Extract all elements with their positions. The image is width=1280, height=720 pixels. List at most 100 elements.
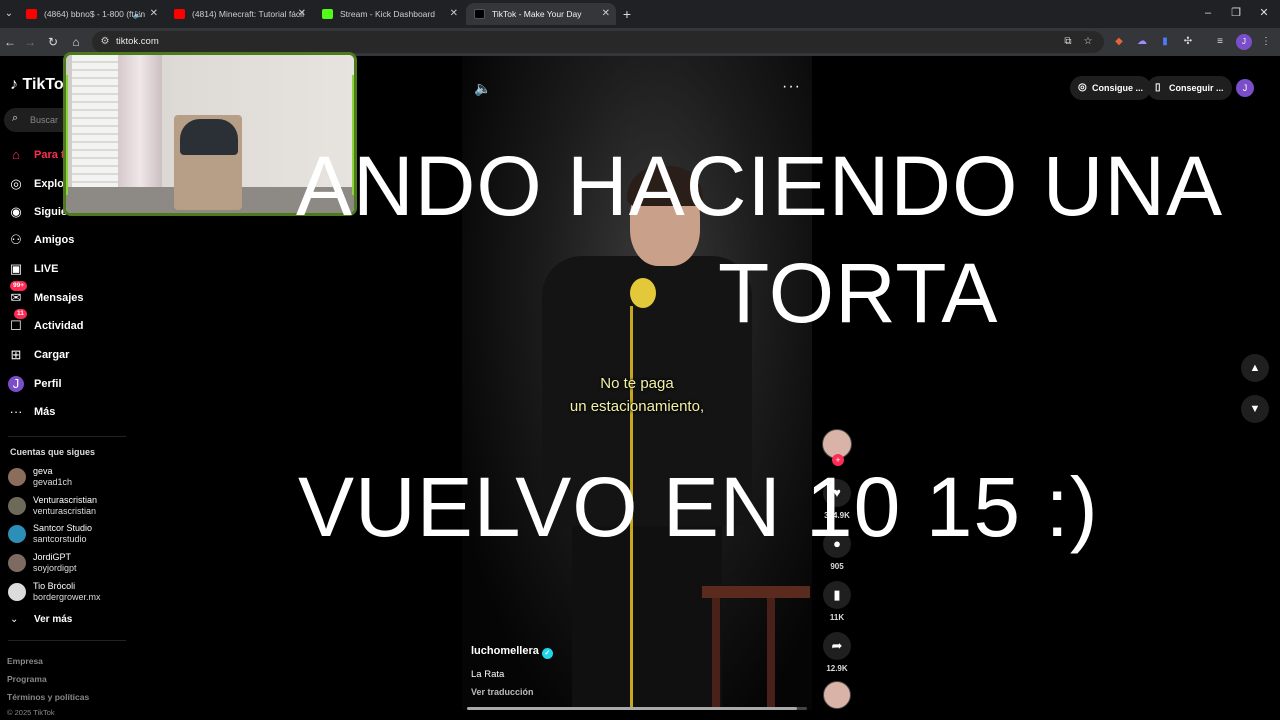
user-avatar[interactable]: J — [1236, 79, 1254, 97]
avatar — [8, 468, 26, 486]
video-author[interactable]: luchomellera ✓ — [471, 645, 553, 659]
reload-icon[interactable]: ↻ — [45, 34, 61, 50]
stool-leg — [712, 598, 720, 710]
close-tab-icon[interactable]: ✕ — [150, 3, 158, 25]
divider — [8, 436, 126, 437]
tab-youtube-bbno[interactable]: (4864) bbno$ - 1-800 (ft. in 🔈 ✕ — [18, 3, 164, 25]
following-handle: venturascristian — [33, 506, 97, 516]
following-item[interactable]: Tio Brócoli bordergrower.mx — [8, 579, 130, 605]
get-app-button[interactable]: ▯ Conseguir ... — [1147, 76, 1232, 100]
share-button[interactable]: ➦ 12.9K — [822, 632, 852, 673]
upload-icon: ⊞ — [10, 347, 22, 362]
see-more-label: Ver más — [34, 614, 73, 625]
sidebar-item-label: Amigos — [34, 234, 75, 246]
following-name: JordiGPT — [33, 552, 72, 562]
following-name: geva — [33, 466, 53, 476]
creator-avatar[interactable]: + — [822, 429, 852, 466]
author-name: luchomellera — [471, 645, 539, 657]
youtube-favicon-icon — [174, 9, 185, 19]
extensions-puzzle-icon[interactable]: ✣ — [1180, 34, 1196, 50]
new-tab-button[interactable]: + — [620, 4, 634, 24]
bookmark-star-icon[interactable]: ☆ — [1080, 34, 1096, 50]
install-app-icon[interactable]: ⧉ — [1060, 34, 1076, 50]
browser-menu-icon[interactable]: ⋮ — [1258, 34, 1274, 50]
tab-tiktok[interactable]: TikTok - Make Your Day ✕ — [466, 3, 616, 25]
extension-fox-icon[interactable]: ◆ — [1111, 34, 1127, 50]
compass-icon: ◎ — [10, 176, 22, 191]
tab-search-icon[interactable]: ≡ — [1212, 34, 1228, 50]
following-item[interactable]: Santcor Studio santcorstudio — [8, 521, 130, 547]
site-info-icon[interactable]: ⚙ — [98, 35, 112, 49]
webcam-frame-left — [66, 75, 74, 195]
footer-link-terms[interactable]: Términos y políticas — [7, 692, 89, 702]
following-item[interactable]: JordiGPT soyjordigpt — [8, 550, 130, 576]
home-icon[interactable]: ⌂ — [68, 34, 84, 50]
avatar — [8, 525, 26, 543]
footer-link-program[interactable]: Programa — [7, 674, 47, 684]
share-count: 12.9K — [826, 664, 848, 673]
profile-avatar: J — [8, 376, 24, 392]
sidebar-item-mensajes[interactable]: ✉ 99+ Mensajes — [6, 281, 126, 309]
overlay-text-line3: VUELVO EN 10 15 :) — [298, 460, 1099, 554]
subtitle-line: un estacionamiento, — [569, 398, 705, 415]
sidebar-item-cargar[interactable]: ⊞ Cargar — [6, 344, 126, 366]
notification-badge: 99+ — [10, 281, 28, 291]
stool — [702, 586, 810, 598]
previous-video-chevron-up-icon[interactable]: ▲ — [1241, 354, 1269, 382]
search-placeholder: Buscar — [30, 115, 59, 125]
tab-title: (4814) Minecraft: Tutorial fácil — [192, 9, 304, 19]
phone-icon: ▯ — [1155, 82, 1161, 93]
following-item[interactable]: Venturascristian venturascristian — [8, 493, 130, 519]
see-translation-link[interactable]: Ver traducción — [471, 687, 534, 697]
extension-cloud-icon[interactable]: ☁ — [1134, 34, 1150, 50]
microphone — [630, 278, 656, 308]
next-video-chevron-down-icon[interactable]: ▼ — [1241, 395, 1269, 423]
restore-icon[interactable]: ❐ — [1226, 4, 1246, 22]
sidebar-item-perfil[interactable]: J Perfil — [6, 373, 126, 395]
save-count: 11K — [829, 613, 845, 622]
footer-link-company[interactable]: Empresa — [7, 656, 43, 666]
volume-icon[interactable]: 🔈 — [474, 80, 491, 97]
close-window-icon[interactable]: ✕ — [1254, 4, 1274, 22]
video-more-options-icon[interactable]: ··· — [782, 78, 801, 96]
subtitle-line: No te paga — [600, 375, 674, 392]
extension-shield-icon[interactable]: ▮ — [1157, 34, 1173, 50]
footer-copyright: © 2025 TikTok — [7, 708, 55, 717]
sound-avatar[interactable] — [823, 681, 851, 709]
comment-count: 905 — [830, 562, 844, 571]
youtube-favicon-icon — [26, 9, 37, 19]
browser-profile-avatar[interactable]: J — [1236, 34, 1252, 50]
sidebar-item-amigos[interactable]: ⚇ Amigos — [6, 229, 126, 251]
save-button[interactable]: ▮ 11K — [822, 581, 852, 622]
address-bar[interactable]: ⚙ tiktok.com — [92, 31, 1104, 53]
kick-favicon-icon — [322, 9, 333, 19]
close-tab-icon[interactable]: ✕ — [450, 3, 458, 25]
following-item[interactable]: geva gevad1ch — [8, 464, 130, 490]
bookmark-icon: ▮ — [823, 581, 851, 609]
search-icon: ⌕ — [12, 112, 19, 124]
coin-icon: ◎ — [1078, 82, 1087, 93]
following-handle: santcorstudio — [33, 534, 87, 544]
tab-kick-dashboard[interactable]: Stream - Kick Dashboard ✕ — [314, 3, 464, 25]
speaker-icon[interactable]: 🔈 — [133, 3, 144, 25]
chevron-down-icon: ⌄ — [10, 614, 19, 625]
tab-search-chevron-icon[interactable]: ⌄ — [2, 6, 16, 22]
back-icon[interactable]: ← — [2, 34, 18, 50]
video-progress-fill — [467, 707, 797, 710]
sidebar-item-label: LIVE — [34, 263, 59, 275]
messages-icon: ✉ — [10, 290, 22, 305]
close-tab-icon[interactable]: ✕ — [298, 3, 306, 25]
avatar — [8, 583, 26, 601]
sidebar-item-mas[interactable]: ··· Más — [6, 401, 126, 423]
sidebar-item-live[interactable]: ▣ LIVE — [6, 258, 126, 280]
stool-leg — [767, 598, 775, 710]
forward-icon[interactable]: → — [22, 34, 38, 50]
close-tab-icon[interactable]: ✕ — [602, 3, 610, 25]
video-progress-bar[interactable] — [467, 707, 807, 710]
share-icon: ➦ — [823, 632, 851, 660]
sidebar-item-actividad[interactable]: ☐ 11 Actividad — [6, 309, 126, 337]
minimize-icon[interactable]: – — [1198, 4, 1218, 22]
get-coins-button[interactable]: ◎ Consigue ... — [1070, 76, 1152, 100]
following-section-title: Cuentas que sigues — [10, 447, 96, 457]
tab-youtube-minecraft[interactable]: (4814) Minecraft: Tutorial fácil ✕ — [166, 3, 312, 25]
